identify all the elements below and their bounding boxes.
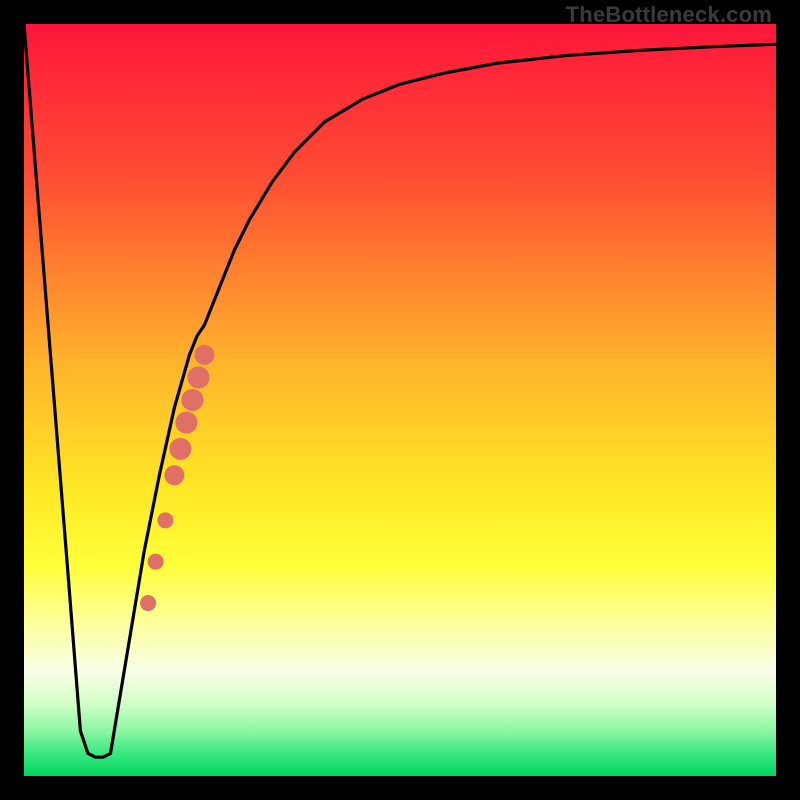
chart-frame: TheBottleneck.com [0, 0, 800, 800]
watermark-text: TheBottleneck.com [566, 2, 772, 28]
plot-area [24, 24, 776, 776]
chart-svg [24, 24, 776, 776]
